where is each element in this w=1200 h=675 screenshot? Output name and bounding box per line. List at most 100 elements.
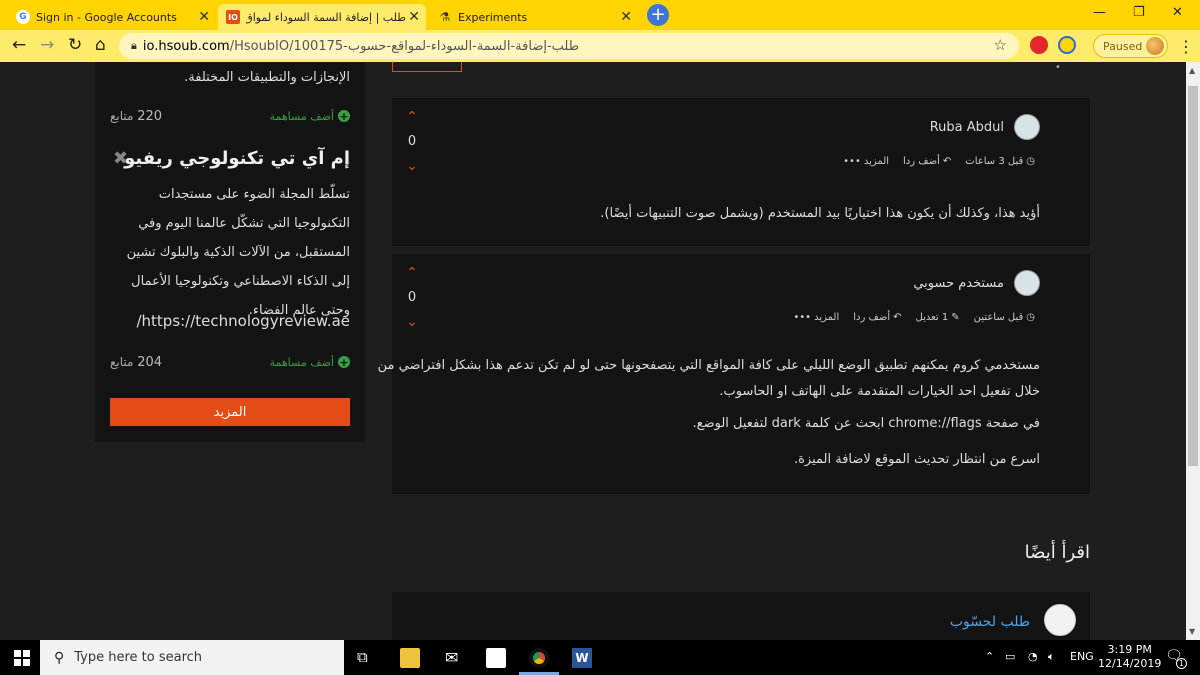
page-scrollbar[interactable]: ▲ ▼ (1186, 62, 1200, 640)
scroll-thumb[interactable] (1188, 86, 1198, 466)
close-window-icon[interactable]: ✕ (1172, 5, 1183, 20)
edit-icon: ✎ (951, 312, 960, 323)
home-icon[interactable]: ⌂ (95, 35, 106, 55)
windows-start-icon[interactable] (14, 650, 30, 666)
menu-kebab-icon[interactable]: ⋮ (1178, 37, 1194, 56)
community-description: تسلّط المجلة الضوء على مستجدات التكنولوج… (126, 187, 350, 318)
tab-experiments[interactable]: ⚗ Experiments ✕ (430, 4, 638, 30)
minimize-icon[interactable]: — (1093, 5, 1106, 20)
google-icon: G (16, 10, 30, 24)
more-link[interactable]: المزيد ••• (793, 312, 839, 323)
volume-icon[interactable]: 🔈︎ (1048, 650, 1055, 664)
avatar (1146, 37, 1164, 55)
more-button[interactable]: المزيد (110, 398, 350, 426)
timestamp: ◷ قبل 3 ساعات (965, 156, 1035, 167)
timestamp: ◷ قبل ساعتين (973, 312, 1035, 323)
community-title[interactable]: إم آي تي تكنولوجي ريفيو (124, 148, 350, 169)
vote-count: 0 (407, 290, 417, 305)
close-icon[interactable]: ✖ (113, 148, 128, 169)
upvote-icon[interactable]: ⌃ (402, 266, 422, 280)
wifi-icon[interactable]: ◔ (1028, 650, 1038, 663)
vote-widget: ⌃ 0 ⌄ (402, 266, 422, 329)
chrome-icon[interactable] (529, 648, 549, 668)
comment-body: أؤيد هذا، وكذلك أن يكون هذا اختياريًا بي… (600, 206, 1040, 221)
address-bar[interactable]: 🔒︎ io.hsoub.com/HsoubIO/100175-طلب-إضافة… (119, 33, 1019, 59)
store-icon[interactable] (486, 648, 506, 668)
clock-icon: ◷ (1026, 312, 1035, 323)
downvote-icon[interactable]: ⌄ (402, 159, 422, 173)
back-icon[interactable]: ← (12, 35, 26, 55)
tab-strip: G Sign in - Google Accounts ✕ IO طلب | إ… (0, 0, 1200, 30)
vote-widget: ⌃ 0 ⌄ (402, 110, 422, 173)
dots-icon: ••• (843, 156, 861, 167)
comment-author[interactable]: Ruba Abdul (930, 114, 1040, 140)
forward-icon[interactable]: → (40, 35, 54, 55)
followers-count: 204 متابع (110, 354, 163, 370)
partial-button-outline (392, 62, 462, 72)
upvote-icon[interactable]: ⌃ (402, 110, 422, 124)
plus-circle-icon: + (338, 355, 350, 369)
close-tab-icon[interactable]: ✕ (620, 9, 632, 25)
bookmark-star-icon[interactable]: ☆ (994, 36, 1007, 54)
browser-toolbar: ← → ↻ ⌂ 🔒︎ io.hsoub.com/HsoubIO/100175-ط… (0, 30, 1200, 62)
comment-meta: ◷ قبل 3 ساعات ↶ أضف ردا المزيد ••• (843, 156, 1035, 167)
reply-icon: ↶ (942, 156, 952, 167)
scroll-up-icon[interactable]: ▲ (1189, 66, 1195, 75)
avatar (1014, 114, 1040, 140)
comment-meta: ◷ قبل ساعتين ✎ 1 تعديل ↶ أضف ردا المزيد ••• (793, 312, 1035, 323)
add-contribution-link[interactable]: + أضف مساهمة (270, 356, 350, 369)
notification-count: 1 (1176, 658, 1187, 669)
battery-icon[interactable]: ▭ (1005, 650, 1015, 663)
extension-shield-icon[interactable] (1030, 36, 1048, 54)
comment-card: ⌃ 0 ⌄ Ruba Abdul ◷ قبل 3 ساعات ↶ أضف ردا ا… (392, 98, 1090, 246)
word-icon[interactable]: W (572, 648, 592, 668)
reply-icon: ↶ (893, 312, 902, 323)
mail-icon[interactable]: ✉ (445, 648, 465, 668)
close-tab-icon[interactable]: ✕ (198, 9, 210, 25)
chevron-up-icon[interactable]: ⌃ (985, 650, 994, 663)
clock-icon: ◷ (1026, 156, 1035, 167)
tab-hsoub[interactable]: IO طلب | إضافة السمة السوداء لمواق ✕ (218, 4, 426, 30)
extension-user-icon[interactable] (1058, 36, 1076, 54)
followers-count: 220 متابع (110, 108, 163, 124)
reply-link[interactable]: ↶ أضف ردا (853, 312, 901, 323)
page-content: • الإنجازات والتطبيقات المختلفة. + أضف مس… (0, 62, 1186, 640)
reload-icon[interactable]: ↻ (68, 35, 82, 55)
windows-taskbar: ⚲ Type here to search ⧉ ✉ W ⌃ ▭ ◔ 🔈︎ ENG… (0, 640, 1200, 675)
downvote-icon[interactable]: ⌄ (402, 315, 422, 329)
file-explorer-icon[interactable] (400, 648, 420, 668)
language-indicator[interactable]: ENG (1070, 650, 1094, 663)
comment-author[interactable]: مستخدم حسوبي (913, 270, 1040, 296)
flask-icon: ⚗ (439, 10, 451, 24)
edits-link[interactable]: ✎ 1 تعديل (916, 312, 960, 323)
url-host: io.hsoub.com (142, 38, 230, 54)
avatar (1014, 270, 1040, 296)
profile-button[interactable]: Paused (1093, 34, 1168, 58)
vote-count: 0 (407, 134, 417, 149)
community-link[interactable]: /https://technologyreview.ae (136, 312, 350, 330)
dots-icon: ••• (793, 312, 812, 323)
scroll-down-icon[interactable]: ▼ (1189, 627, 1195, 636)
close-tab-icon[interactable]: ✕ (408, 9, 420, 25)
restore-icon[interactable]: ❐ (1133, 5, 1145, 20)
add-contribution-link[interactable]: + أضف مساهمة (270, 110, 350, 123)
comment-body: مستخدمي كروم يمكنهم تطبيق الوضع الليلي ع… (377, 358, 1040, 467)
plus-circle-icon: + (338, 109, 350, 123)
system-clock[interactable]: 3:19 PM 12/14/2019 (1098, 643, 1161, 671)
related-post-card: طلب لحسّوب (392, 592, 1090, 640)
tab-google-accounts[interactable]: G Sign in - Google Accounts ✕ (8, 4, 216, 30)
comment-card: ⌃ 0 ⌄ مستخدم حسوبي ◷ قبل ساعتين ✎ 1 تعديل … (377, 254, 1090, 494)
dot: • (1055, 62, 1061, 73)
search-icon: ⚲ (54, 649, 65, 666)
lock-icon: 🔒︎ (131, 39, 137, 52)
read-also-heading: اقرأ أيضًا (1024, 542, 1090, 563)
new-tab-button[interactable]: + (647, 4, 669, 26)
url-path: /HsoubIO/100175-طلب-إضافة-السمة-السوداء-… (229, 38, 580, 54)
more-link[interactable]: المزيد ••• (843, 156, 889, 167)
related-post-title[interactable]: طلب لحسّوب (950, 614, 1030, 630)
taskbar-search[interactable]: ⚲ Type here to search (40, 640, 344, 675)
hsoub-io-icon: IO (226, 10, 240, 24)
reply-link[interactable]: ↶ أضف ردا (903, 156, 951, 167)
task-view-icon[interactable]: ⧉ (357, 648, 377, 668)
community-logo (1044, 604, 1076, 636)
